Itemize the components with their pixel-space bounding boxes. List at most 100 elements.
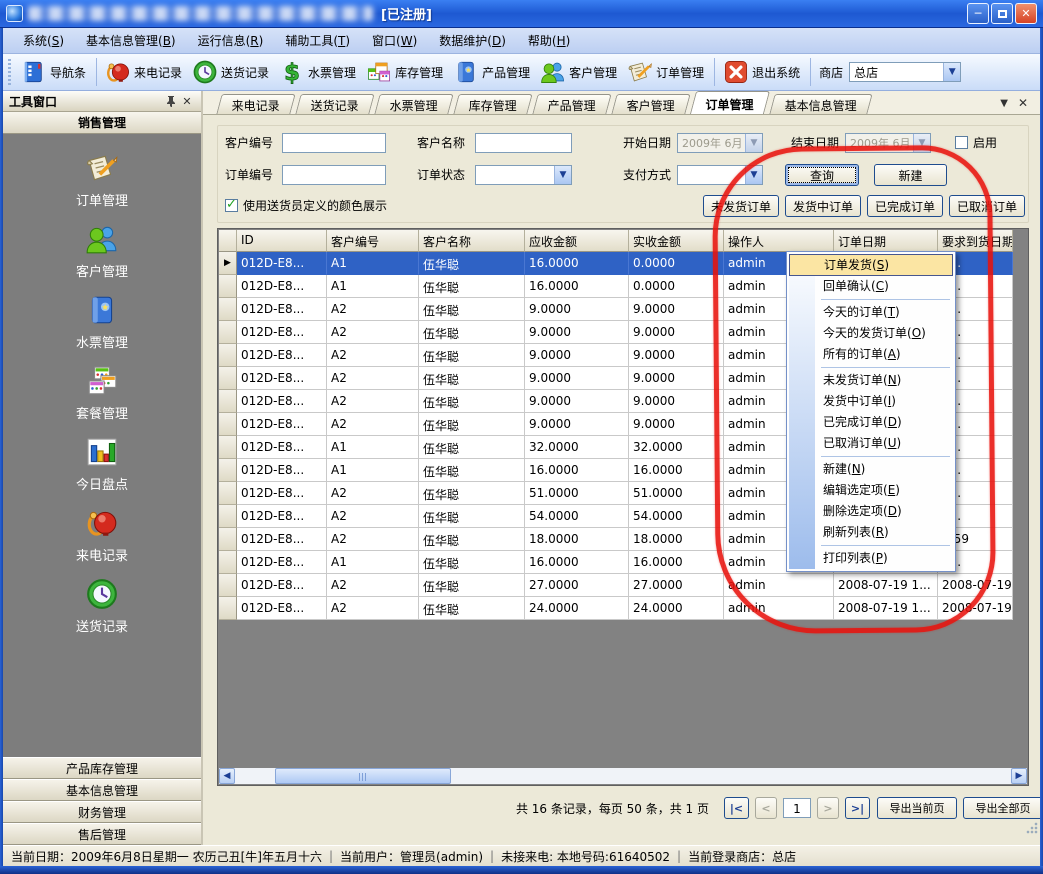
row-selector-cell[interactable] [219, 367, 237, 390]
table-cell[interactable]: A1 [327, 551, 419, 574]
first-page-button[interactable]: |< [724, 797, 749, 819]
table-cell[interactable]: 伍华聪 [419, 482, 525, 505]
toolbar-button-product-book[interactable]: 产品管理 [449, 57, 536, 88]
tab-基本信息管理[interactable]: 基本信息管理 [769, 94, 872, 114]
row-selector-cell[interactable] [219, 574, 237, 597]
row-selector-cell[interactable] [219, 413, 237, 436]
completed-orders-button[interactable]: 已完成订单 [867, 195, 943, 217]
table-cell[interactable]: 16.0000 [525, 551, 629, 574]
row-selector-cell[interactable] [219, 597, 237, 620]
table-cell[interactable]: 012D-E8... [237, 459, 327, 482]
sidebar-item-call-bell[interactable]: 来电记录 [76, 506, 128, 564]
table-cell[interactable]: 16.0000 [629, 459, 724, 482]
scroll-left-icon[interactable]: ◀ [219, 768, 235, 784]
sidebar-item-package-grid[interactable]: 套餐管理 [76, 364, 128, 422]
context-menu-item-未发货订单[interactable]: 未发货订单(N) [789, 370, 953, 391]
resize-grip[interactable] [1026, 822, 1038, 834]
table-cell[interactable]: 32.0000 [525, 436, 629, 459]
start-date-picker[interactable]: 2009年 6月 8日▼ [677, 133, 763, 153]
context-menu-item-已完成订单[interactable]: 已完成订单(D) [789, 412, 953, 433]
row-selector-cell[interactable] [219, 436, 237, 459]
table-cell[interactable]: A1 [327, 275, 419, 298]
table-cell[interactable]: 012D-E8... [237, 321, 327, 344]
sidebar-item-delivery-clock[interactable]: 送货记录 [76, 577, 128, 635]
menu-item-b[interactable]: 基本信息管理(B) [76, 29, 186, 52]
tab-来电记录[interactable]: 来电记录 [216, 94, 295, 114]
context-menu-item-所有的订单[interactable]: 所有的订单(A) [789, 344, 953, 365]
menu-item-d[interactable]: 数据维护(D) [429, 29, 516, 52]
row-selector-cell[interactable] [219, 482, 237, 505]
sidebar-item-customers[interactable]: 客户管理 [76, 222, 128, 280]
table-cell[interactable]: 18.0000 [525, 528, 629, 551]
table-cell[interactable]: 16.0000 [525, 459, 629, 482]
current-row-indicator[interactable]: ▶ [219, 252, 237, 275]
chevron-down-icon[interactable]: ▼ [554, 166, 571, 184]
table-cell[interactable]: 2008-07-19 1... [834, 574, 938, 597]
minimize-button[interactable]: ─ [967, 3, 989, 24]
table-cell[interactable]: 伍华聪 [419, 390, 525, 413]
table-cell[interactable]: 012D-E8... [237, 367, 327, 390]
table-cell[interactable]: 2008-07-19 1... [938, 597, 1013, 620]
table-cell[interactable]: 16.0000 [525, 252, 629, 275]
table-cell[interactable]: A2 [327, 482, 419, 505]
order-status-combobox[interactable]: ▼ [475, 165, 572, 185]
table-cell[interactable]: 9.0000 [629, 344, 724, 367]
table-cell[interactable]: A2 [327, 298, 419, 321]
row-selector-cell[interactable] [219, 275, 237, 298]
table-cell[interactable]: 9.0000 [525, 321, 629, 344]
table-cell[interactable]: 9.0000 [525, 413, 629, 436]
table-cell[interactable]: 0.0000 [629, 275, 724, 298]
toolbar-button-exit[interactable]: 退出系统 [719, 57, 806, 88]
order-no-input[interactable] [282, 165, 386, 185]
page-number-input[interactable]: 1 [783, 798, 811, 818]
context-menu-item-今天的订单[interactable]: 今天的订单(T) [789, 302, 953, 323]
column-header-客户编号[interactable]: 客户编号 [327, 230, 419, 252]
table-cell[interactable]: A2 [327, 367, 419, 390]
table-cell[interactable]: 16.0000 [629, 551, 724, 574]
table-cell[interactable]: 27.0000 [525, 574, 629, 597]
table-cell[interactable]: 伍华聪 [419, 551, 525, 574]
table-cell[interactable]: A1 [327, 459, 419, 482]
tab-产品管理[interactable]: 产品管理 [532, 94, 611, 114]
toolbar-button-customers[interactable]: 客户管理 [536, 57, 623, 88]
context-menu-item-今天的发货订单[interactable]: 今天的发货订单(O) [789, 323, 953, 344]
table-row[interactable]: 012D-E8...A2伍华聪27.000027.0000admin2008-0… [219, 574, 1013, 597]
table-cell[interactable]: 012D-E8... [237, 482, 327, 505]
close-tool-window-icon[interactable]: ✕ [179, 94, 195, 108]
column-header-ID[interactable]: ID [237, 230, 327, 252]
table-cell[interactable]: 伍华聪 [419, 528, 525, 551]
export-all-pages-button[interactable]: 导出全部页 [963, 797, 1043, 819]
table-cell[interactable]: 伍华聪 [419, 436, 525, 459]
table-cell[interactable]: 9.0000 [525, 298, 629, 321]
tab-overflow-icon[interactable]: ▼ [1000, 98, 1008, 109]
toolbar-button-delivery-clock[interactable]: 送货记录 [188, 57, 275, 88]
table-cell[interactable]: A2 [327, 597, 419, 620]
table-cell[interactable]: 51.0000 [629, 482, 724, 505]
context-menu-item-删除选定项[interactable]: 删除选定项(D) [789, 501, 953, 522]
table-cell[interactable]: 012D-E8... [237, 574, 327, 597]
row-selector-cell[interactable] [219, 321, 237, 344]
toolbar-button-call-bell[interactable]: 来电记录 [101, 57, 188, 88]
table-cell[interactable]: 伍华聪 [419, 413, 525, 436]
table-cell[interactable]: 012D-E8... [237, 275, 327, 298]
tab-close-icon[interactable]: ✕ [1018, 96, 1028, 110]
table-cell[interactable]: 9.0000 [629, 390, 724, 413]
table-cell[interactable]: 9.0000 [629, 321, 724, 344]
table-cell[interactable]: admin [724, 574, 834, 597]
table-cell[interactable]: 伍华聪 [419, 597, 525, 620]
shipping-orders-button[interactable]: 发货中订单 [785, 195, 861, 217]
context-menu-item-打印列表[interactable]: 打印列表(P) [789, 548, 953, 569]
chevron-down-icon[interactable]: ▼ [943, 63, 960, 81]
table-cell[interactable]: A1 [327, 436, 419, 459]
cancelled-orders-button[interactable]: 已取消订单 [949, 195, 1025, 217]
sidebar-group-产品库存管理[interactable]: 产品库存管理 [3, 757, 201, 779]
table-cell[interactable]: 伍华聪 [419, 252, 525, 275]
chevron-down-icon[interactable]: ▼ [745, 134, 762, 152]
close-button[interactable]: ✕ [1015, 3, 1037, 24]
context-menu-item-新建[interactable]: 新建(N) [789, 459, 953, 480]
toolbar-button-navigator[interactable]: 导航条 [17, 57, 92, 88]
scrollbar-thumb[interactable] [275, 768, 451, 784]
table-cell[interactable]: 9.0000 [629, 413, 724, 436]
toolbar-grip[interactable] [8, 59, 14, 85]
export-current-page-button[interactable]: 导出当前页 [877, 797, 957, 819]
